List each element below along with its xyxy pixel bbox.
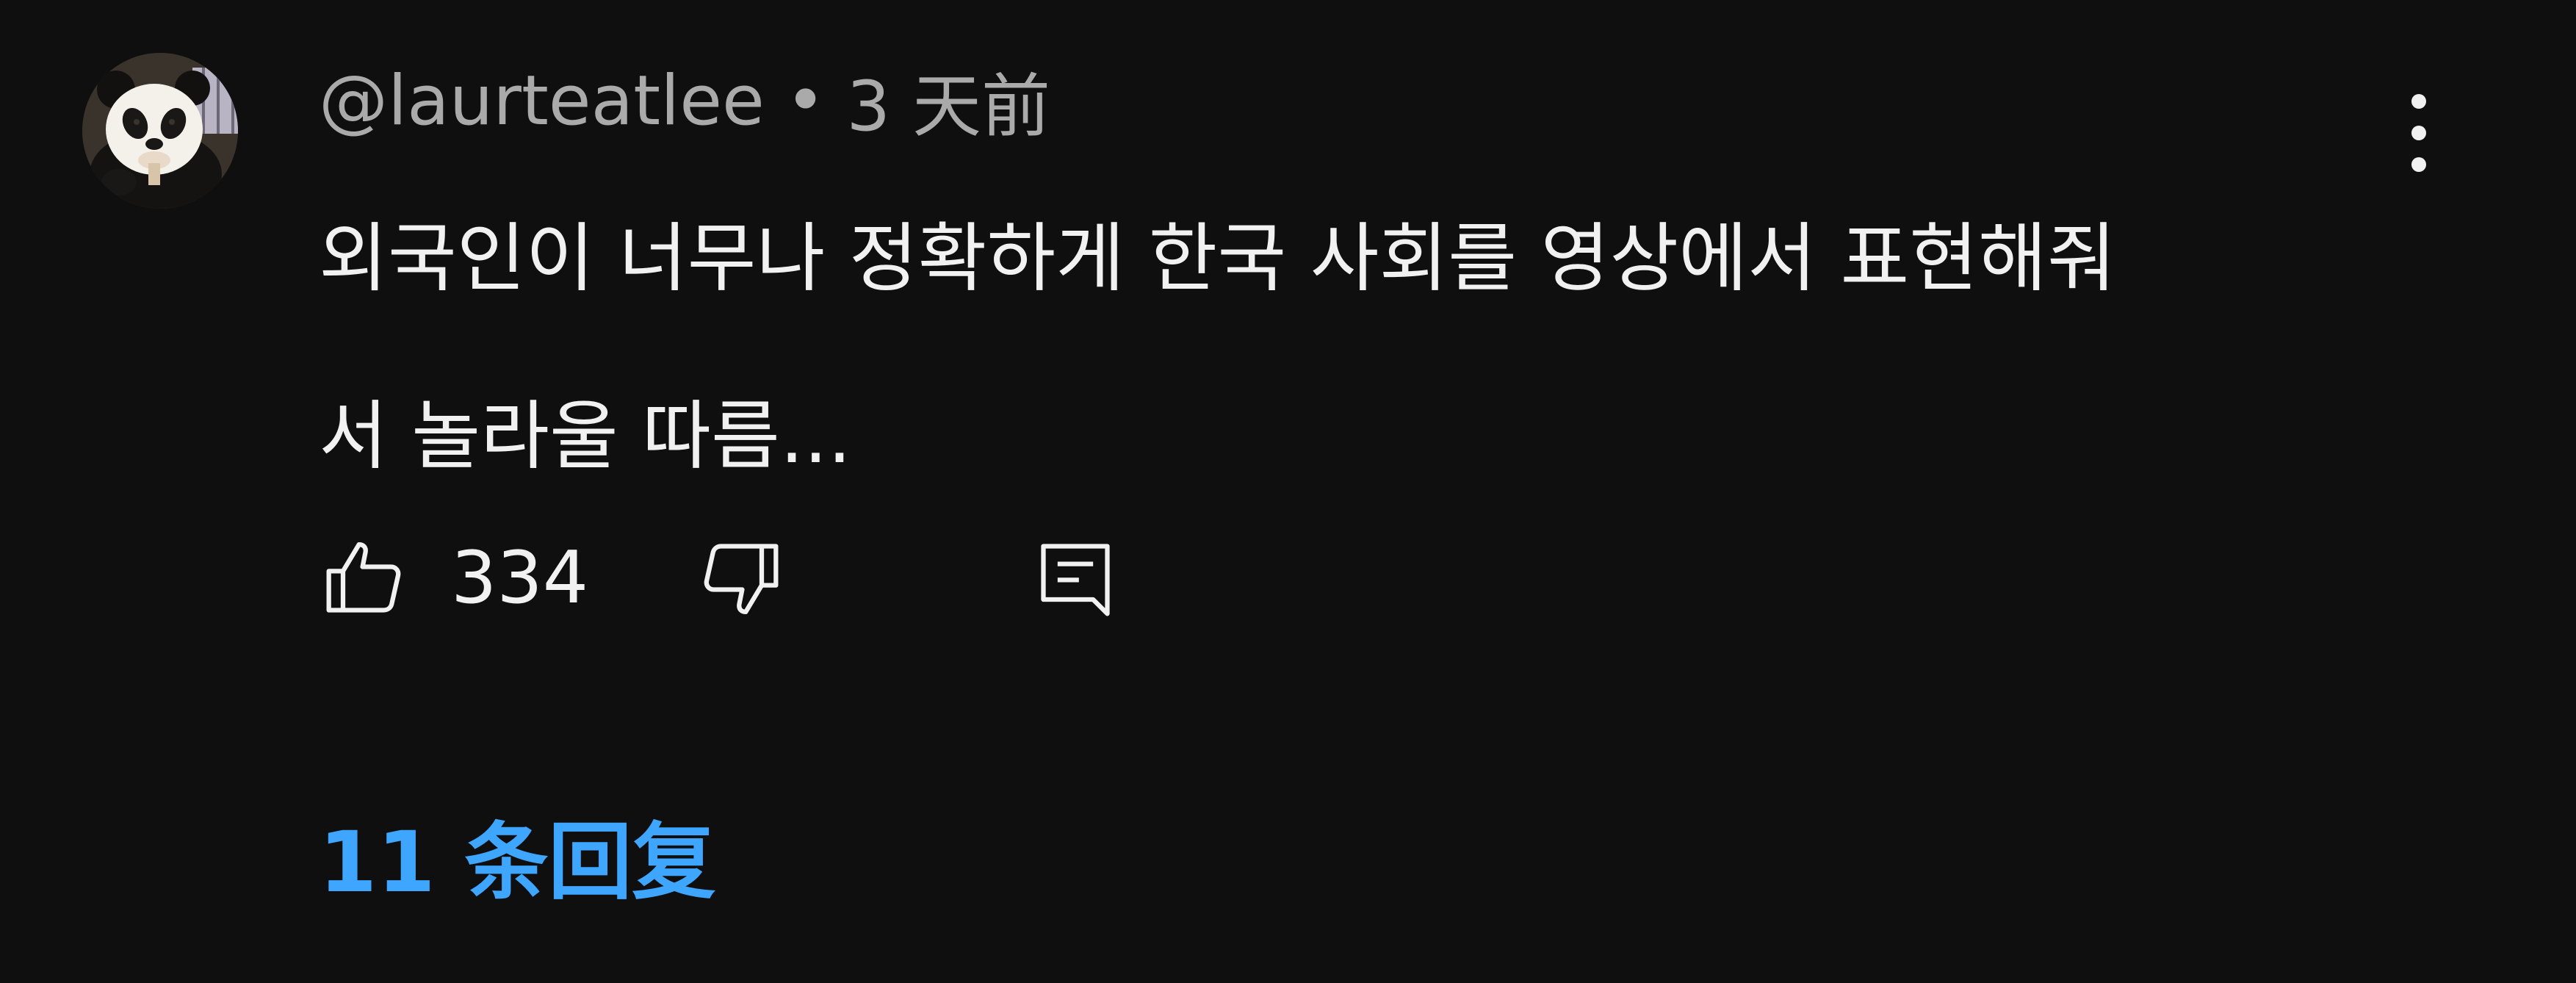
comment-reply-icon: [1041, 544, 1110, 616]
comment-header: @laurteatlee • 3 天前: [319, 53, 1050, 148]
avatar[interactable]: [82, 53, 238, 209]
author-name[interactable]: @laurteatlee: [319, 61, 765, 141]
comment-actions: 334: [319, 523, 1200, 633]
comment-text-line: 외국인이 너무나 정확하게 한국 사회를 영상에서 표현해줘: [319, 215, 2116, 303]
thumbs-up-icon: [326, 541, 401, 613]
like-button[interactable]: [319, 523, 410, 633]
reply-button[interactable]: [1030, 523, 1121, 633]
thumbs-down-icon: [704, 544, 779, 615]
like-count: 334: [451, 536, 589, 620]
view-replies-button[interactable]: 11 条回复: [319, 799, 715, 911]
dislike-button[interactable]: [695, 523, 786, 633]
comment-text: 외국인이 너무나 정확하게 한국 사회를 영상에서 표현해줘 서 놀라울 따름.…: [319, 170, 2434, 526]
more-vertical-icon: [2411, 94, 2426, 172]
more-options-button[interactable]: [2377, 85, 2461, 181]
panda-avatar-icon: [82, 53, 238, 209]
comment-text-line: 서 놀라울 따름...: [319, 393, 852, 480]
comment-thread: @laurteatlee • 3 天前 외국인이 너무나 정확하게 한국 사회를…: [0, 0, 2576, 983]
separator-dot: •: [784, 60, 826, 141]
comment-timestamp: 3 天前: [846, 67, 1051, 147]
